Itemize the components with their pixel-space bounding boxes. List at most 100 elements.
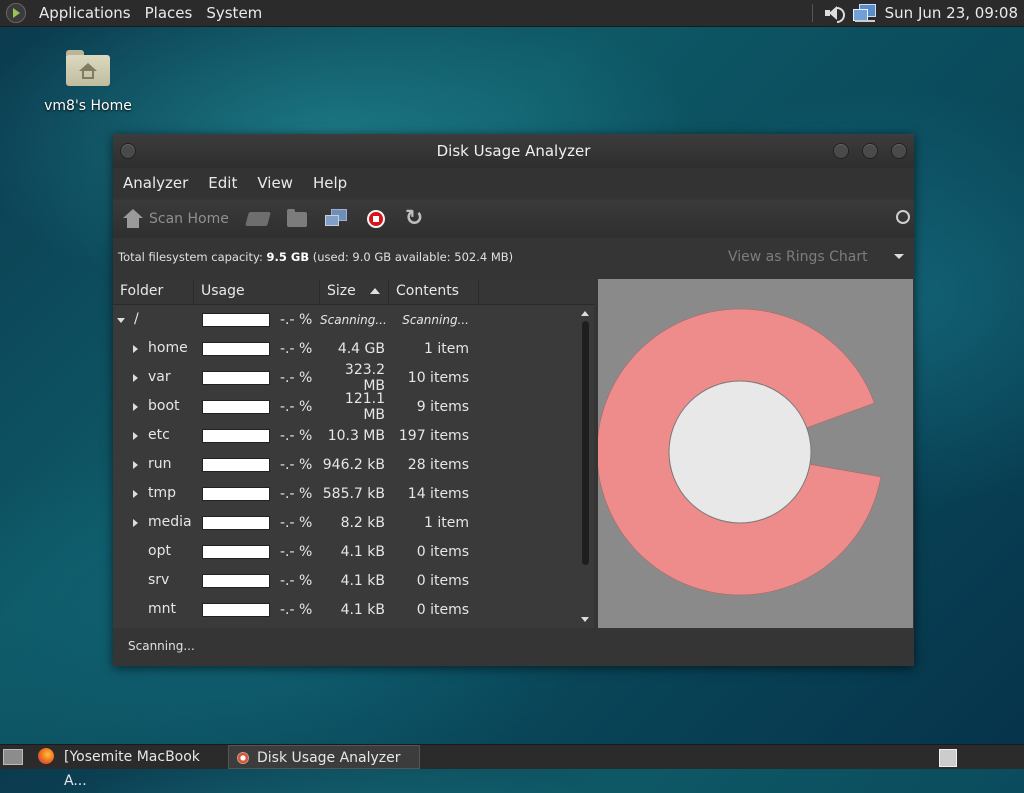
usage-bar <box>202 312 270 327</box>
column-usage[interactable]: Usage <box>194 279 320 304</box>
folder-tree[interactable]: Folder Usage Size Contents / -.- % Scannin… <box>113 279 594 628</box>
main-menu-icon[interactable] <box>6 3 26 23</box>
table-row[interactable]: tmp -.- % 585.7 kB 14 items <box>113 479 594 508</box>
size-cell: 323.2 MB <box>344 361 385 394</box>
table-row[interactable]: etc -.- % 10.3 MB 197 items <box>113 421 594 450</box>
usage-bar <box>202 515 270 530</box>
menubar: Analyzer Edit View Help <box>113 168 914 198</box>
scroll-down-icon[interactable] <box>581 617 589 622</box>
usage-percent: -.- % <box>280 572 313 589</box>
app-menu-icon[interactable] <box>896 210 910 224</box>
usage-percent: -.- % <box>280 311 313 328</box>
tray-separator <box>811 4 815 22</box>
contents-cell: 0 items <box>416 543 469 560</box>
expander-closed-icon[interactable] <box>133 403 138 411</box>
usage-cell: -.- % <box>194 486 320 502</box>
usage-cell: -.- % <box>194 457 320 473</box>
folder-cell: boot <box>113 392 194 421</box>
filesystem-capacity: Total filesystem capacity: 9.5 GB (used:… <box>118 250 514 264</box>
home-folder-icon[interactable] <box>66 48 110 86</box>
usage-bar <box>202 457 270 472</box>
usage-percent: -.- % <box>280 456 313 473</box>
volume-icon[interactable] <box>823 4 845 23</box>
expander-closed-icon[interactable] <box>133 345 138 353</box>
table-row[interactable]: / -.- % Scanning... Scanning... <box>113 305 594 334</box>
size-cell: 8.2 kB <box>340 514 385 531</box>
usage-percent: -.- % <box>280 601 313 618</box>
contents-cell: 197 items <box>398 427 469 444</box>
scan-home-button[interactable]: Scan Home <box>123 209 229 229</box>
stop-scan-icon[interactable] <box>366 210 385 228</box>
usage-cell: -.- % <box>194 544 320 560</box>
menu-view[interactable]: View <box>247 174 303 192</box>
column-contents[interactable]: Contents <box>389 279 479 304</box>
table-row[interactable]: boot -.- % 121.1 MB 9 items <box>113 391 594 423</box>
size-cell: 4.1 kB <box>340 543 385 560</box>
rescan-reload-icon[interactable]: ↻ <box>405 208 423 230</box>
clock[interactable]: Sun Jun 23, 09:08 <box>885 4 1018 22</box>
chevron-down-icon <box>894 254 904 259</box>
view-chart-select[interactable]: View as Rings Chart <box>728 244 906 270</box>
expander-closed-icon[interactable] <box>133 374 138 382</box>
task-yosemite-macbook[interactable]: [Yosemite MacBook A... <box>56 745 224 789</box>
folder-name: mnt <box>148 601 176 617</box>
minimize-button[interactable] <box>833 143 849 159</box>
expander-open-icon[interactable] <box>117 318 125 323</box>
size-cell: 10.3 MB <box>327 427 385 444</box>
usage-cell: -.- % <box>194 370 320 386</box>
rings-chart[interactable] <box>596 279 913 628</box>
scrollbar-thumb[interactable] <box>582 321 589 565</box>
usage-percent: -.- % <box>280 427 313 444</box>
table-row[interactable]: run -.- % 946.2 kB 28 items <box>113 450 594 479</box>
task-disk-usage-analyzer[interactable]: Disk Usage Analyzer <box>228 745 420 769</box>
scroll-up-icon[interactable] <box>581 311 589 316</box>
network-icon[interactable] <box>852 3 877 23</box>
table-row[interactable]: srv -.- % 4.1 kB 0 items <box>113 566 594 595</box>
column-size[interactable]: Size <box>320 279 389 304</box>
usage-bar <box>202 544 270 559</box>
menu-places[interactable]: Places <box>138 4 200 22</box>
contents-cell: Scanning... <box>402 312 469 327</box>
scan-folder-icon[interactable] <box>286 208 307 227</box>
expander-closed-icon[interactable] <box>133 490 138 498</box>
contents-cell: 0 items <box>416 572 469 589</box>
expander-closed-icon[interactable] <box>133 432 138 440</box>
menu-system[interactable]: System <box>199 4 269 22</box>
scan-remote-icon[interactable] <box>324 209 349 229</box>
usage-bar <box>202 370 270 385</box>
desktop-home-folder[interactable]: vm8's Home <box>40 48 136 114</box>
folder-name: srv <box>148 572 170 588</box>
menu-applications[interactable]: Applications <box>32 4 138 22</box>
usage-percent: -.- % <box>280 398 313 415</box>
table-row[interactable]: var -.- % 323.2 MB 10 items <box>113 361 594 394</box>
workspace-switcher[interactable] <box>939 749 957 767</box>
tree-scrollbar[interactable] <box>580 307 590 623</box>
usage-cell: -.- % <box>194 428 320 444</box>
usage-cell: -.- % <box>194 573 320 589</box>
expander-closed-icon[interactable] <box>133 519 138 527</box>
menu-help[interactable]: Help <box>303 174 357 192</box>
expander-closed-icon[interactable] <box>133 461 138 469</box>
close-button[interactable] <box>891 143 907 159</box>
window-titlebar[interactable]: Disk Usage Analyzer <box>113 134 914 168</box>
rings-chart-svg <box>596 308 882 596</box>
column-folder[interactable]: Folder <box>113 279 194 304</box>
table-row[interactable]: opt -.- % 4.1 kB 0 items <box>113 537 594 566</box>
menu-analyzer[interactable]: Analyzer <box>113 174 198 192</box>
disk-usage-analyzer-icon <box>237 752 249 764</box>
contents-cell: 28 items <box>407 456 469 473</box>
show-desktop-icon[interactable] <box>3 749 23 765</box>
usage-percent: -.- % <box>280 543 313 560</box>
window-menu-button[interactable] <box>120 143 136 159</box>
scan-filesystem-drive-icon[interactable] <box>244 212 271 226</box>
table-row[interactable]: media -.- % 8.2 kB 1 item <box>113 508 594 537</box>
ring-center[interactable] <box>668 380 812 524</box>
menu-edit[interactable]: Edit <box>198 174 247 192</box>
firefox-icon[interactable] <box>38 748 54 764</box>
table-row[interactable]: home -.- % 4.4 GB 1 item <box>113 334 594 363</box>
folder-cell: etc <box>113 421 194 450</box>
system-tray: Sun Jun 23, 09:08 <box>811 0 1024 26</box>
contents-cell: 14 items <box>407 485 469 502</box>
maximize-button[interactable] <box>862 143 878 159</box>
table-row[interactable]: mnt -.- % 4.1 kB 0 items <box>113 595 594 624</box>
